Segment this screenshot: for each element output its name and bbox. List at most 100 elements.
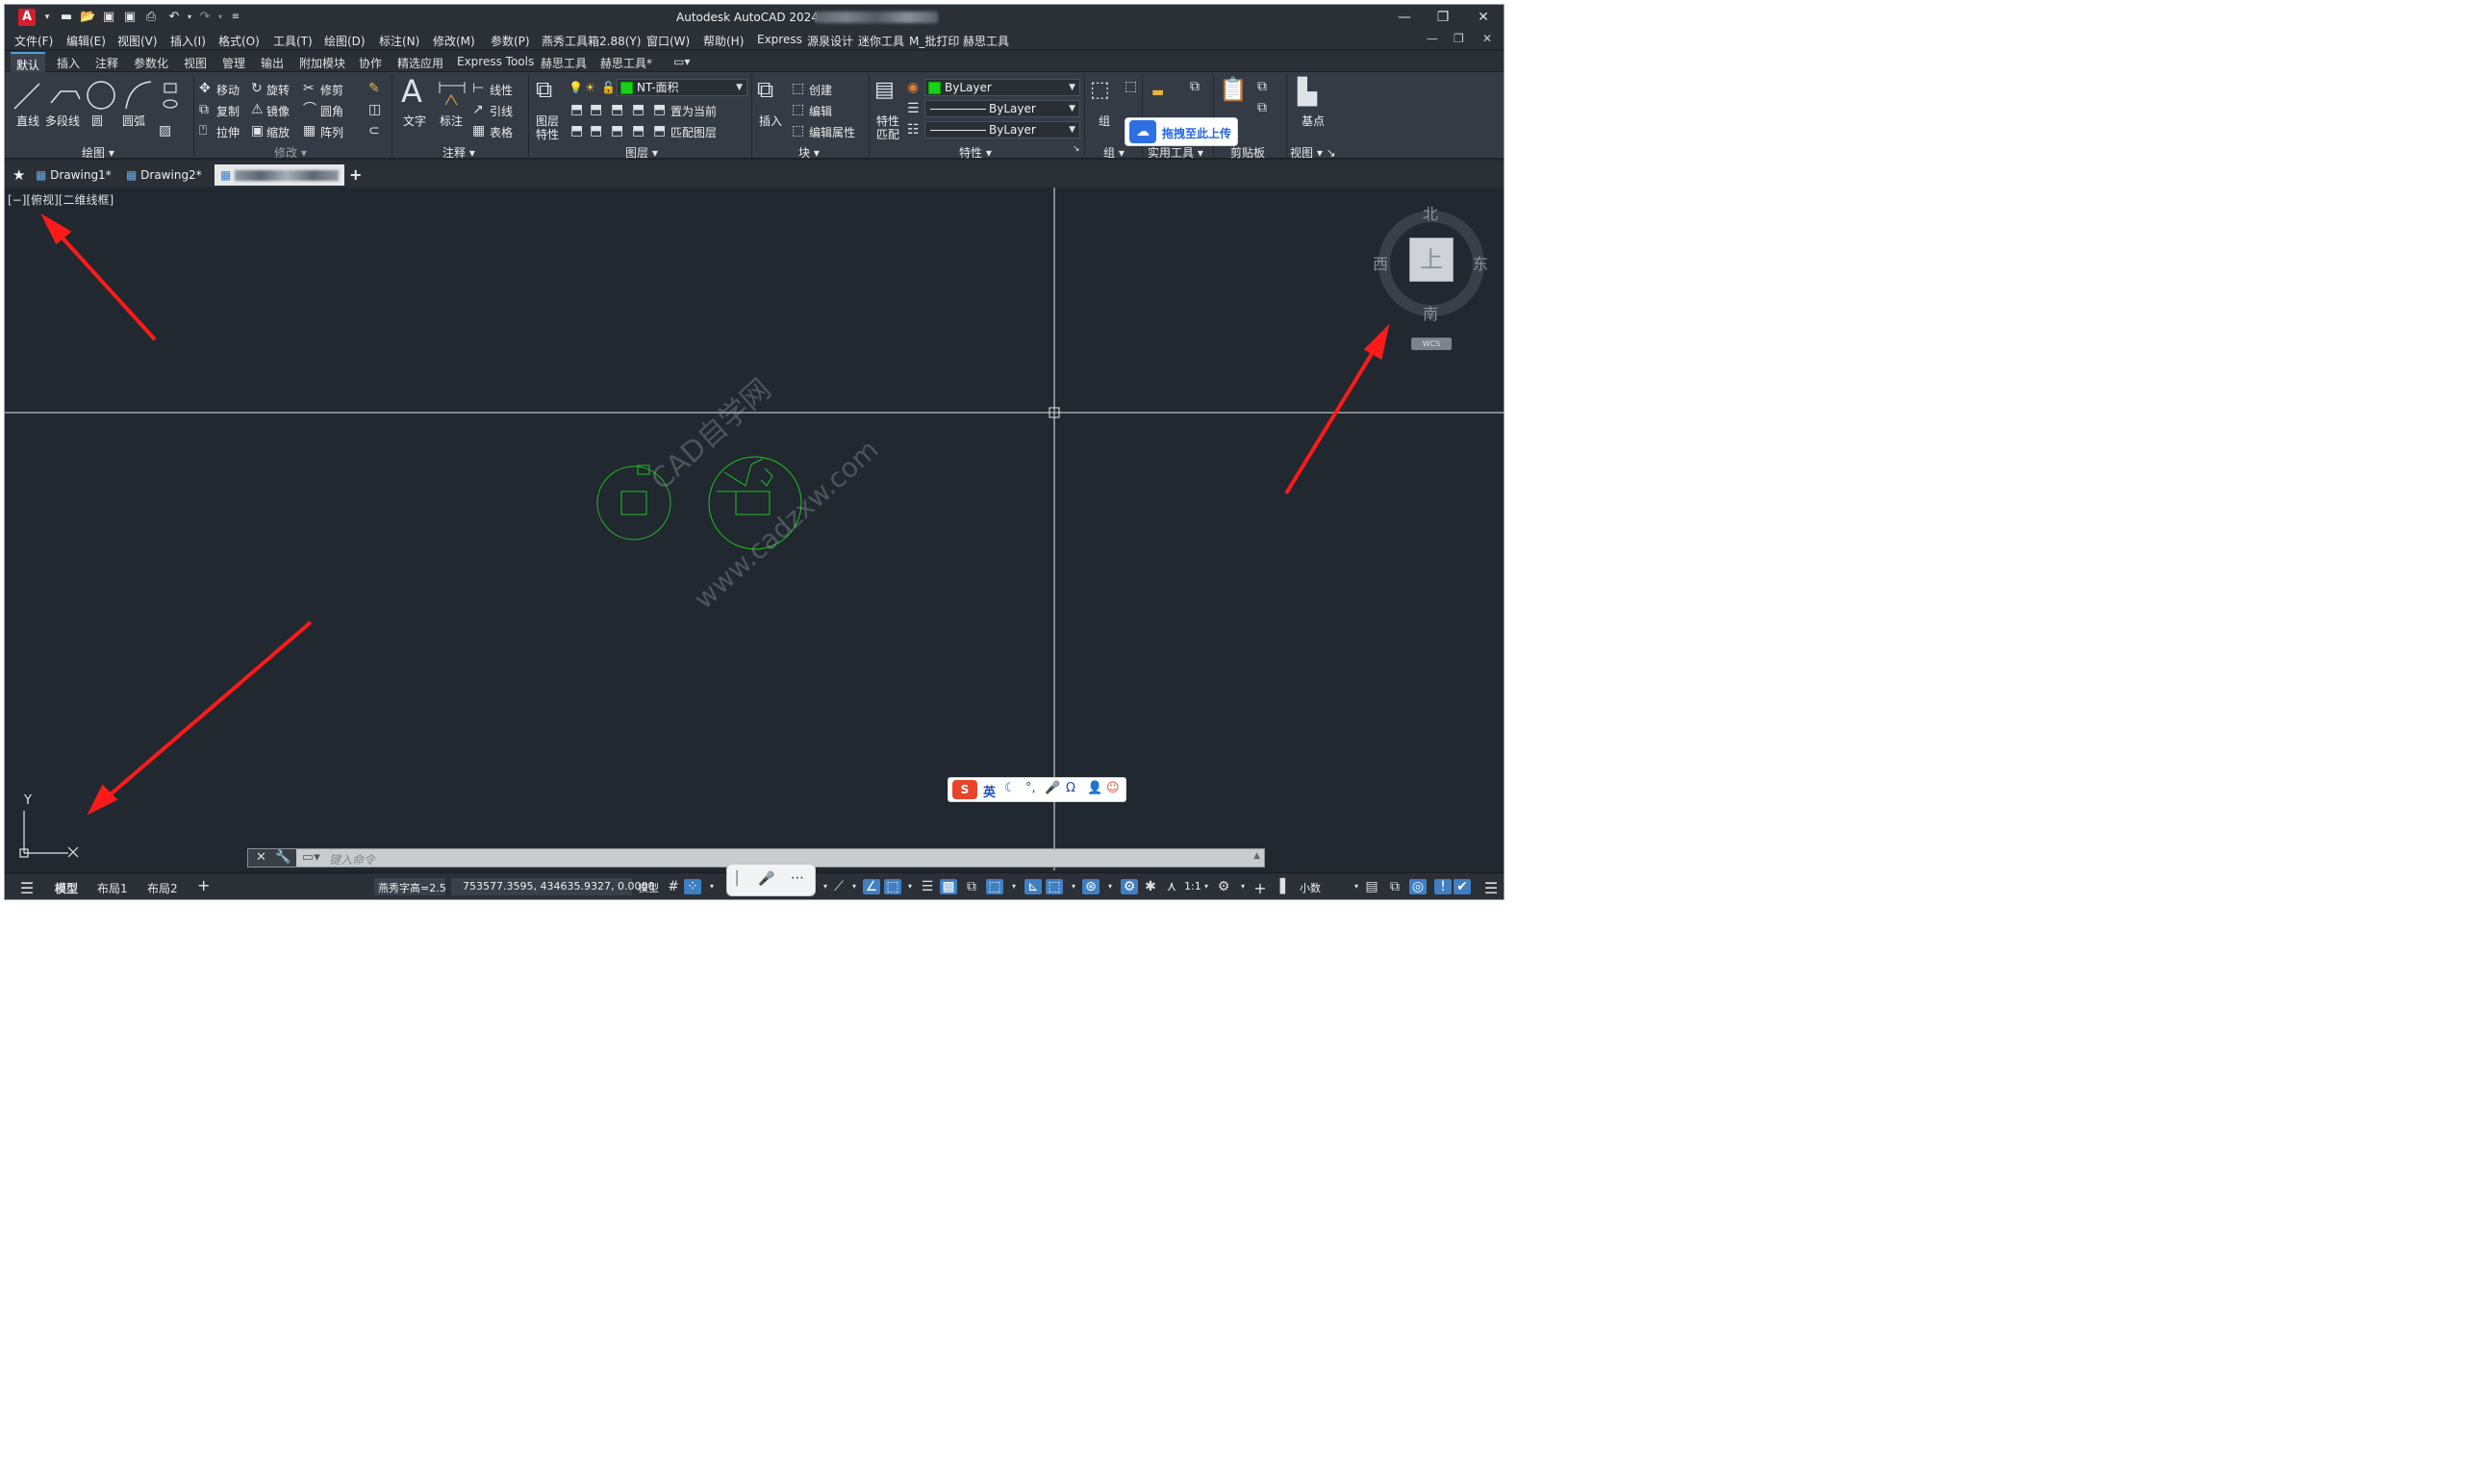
doc-close-icon[interactable]: ✕ bbox=[1482, 32, 1492, 45]
lineweight-icon[interactable]: ☷ bbox=[907, 123, 920, 137]
group-label[interactable]: 组 bbox=[1099, 113, 1110, 129]
filter-icon[interactable]: ⬚ bbox=[1046, 879, 1063, 894]
polar-icon[interactable]: ∠ bbox=[863, 879, 880, 894]
gizmo-chevron-icon[interactable]: ▾ bbox=[1101, 882, 1119, 891]
command-history-icon[interactable]: ▭▾ bbox=[302, 850, 320, 865]
color-dropdown[interactable]: ByLayer ▼ bbox=[924, 79, 1080, 96]
tab-view[interactable]: 视图 bbox=[184, 55, 207, 71]
modify-scale[interactable]: 缩放 bbox=[266, 124, 290, 140]
drawing-canvas[interactable]: [−][俯视][二维线框] Y CAD自学网 www.cadzxw.com 上 … bbox=[5, 188, 1504, 870]
layer-tool-icon[interactable]: ⬒ bbox=[590, 103, 602, 116]
file-tab-drawing1[interactable]: ▦ Drawing1* bbox=[36, 164, 112, 186]
layer-tool-icon[interactable]: ⬒ bbox=[632, 124, 645, 138]
coordinates-readout[interactable]: 753577.3595, 434635.9327, 0.0000 bbox=[451, 878, 654, 895]
paste-icon[interactable]: 📋 bbox=[1219, 78, 1248, 101]
annotation-leader[interactable]: 引线 bbox=[490, 103, 513, 119]
modify-rotate[interactable]: 旋转 bbox=[266, 82, 290, 98]
menu-dimension[interactable]: 标注(N) bbox=[379, 33, 419, 49]
viewcube-north[interactable]: 北 bbox=[1423, 201, 1438, 224]
draw-panel-title[interactable]: 绘图 ▾ bbox=[82, 144, 114, 161]
symbol-omega-icon[interactable]: Ω bbox=[1066, 781, 1075, 795]
edit-attributes-icon[interactable]: ⬚ bbox=[792, 124, 804, 138]
block-insert[interactable]: 插入 bbox=[759, 113, 782, 129]
mirror-icon[interactable]: ⚠ bbox=[251, 103, 264, 116]
command-input[interactable]: 键入命令 bbox=[329, 851, 375, 868]
quick-properties-icon[interactable]: ▤ bbox=[1363, 879, 1380, 894]
properties-match-label-2[interactable]: 匹配 bbox=[876, 126, 899, 142]
isolate-objects-icon[interactable]: ◎ bbox=[1409, 879, 1427, 894]
layer-on-icon[interactable]: 💡 bbox=[569, 81, 583, 94]
leader-icon[interactable]: ↗ bbox=[472, 103, 484, 116]
new-tab-button[interactable]: + bbox=[349, 164, 362, 186]
utilities-panel-title[interactable]: 实用工具 ▾ bbox=[1148, 144, 1203, 161]
osnap-chevron-icon[interactable]: ▾ bbox=[1005, 882, 1023, 891]
viewcube-south[interactable]: 南 bbox=[1423, 301, 1438, 324]
annotation-scale-icon[interactable]: ⋏ bbox=[1163, 879, 1180, 894]
insert-block-icon[interactable]: ⧉ bbox=[757, 78, 773, 101]
doc-minimize-icon[interactable]: — bbox=[1427, 32, 1438, 45]
lineweight-dropdown[interactable]: ByLayer ▼ bbox=[924, 121, 1080, 138]
punctuation-icon[interactable]: °, bbox=[1025, 781, 1036, 795]
viewcube-east[interactable]: 东 bbox=[1473, 251, 1488, 274]
layers-match-layer[interactable]: 匹配图层 bbox=[670, 124, 717, 140]
tab-collaborate[interactable]: 协作 bbox=[359, 55, 382, 71]
modify-stretch[interactable]: 拉伸 bbox=[216, 124, 240, 140]
customization-menu-icon[interactable]: ☰ bbox=[1482, 879, 1500, 897]
viewcube-west[interactable]: 西 bbox=[1373, 251, 1388, 274]
copy-clip-icon[interactable]: ⧉ bbox=[1257, 80, 1267, 93]
restore-icon[interactable]: ❐ bbox=[1429, 9, 1457, 26]
layer-properties-label-2[interactable]: 特性 bbox=[536, 126, 559, 142]
draw-line-label[interactable]: 直线 bbox=[16, 113, 39, 129]
menu-yuanquan[interactable]: 源泉设计 bbox=[807, 33, 853, 49]
close-icon[interactable]: ✕ bbox=[1469, 9, 1498, 26]
minimize-icon[interactable]: — bbox=[1390, 9, 1419, 26]
linear-dim-icon[interactable]: ⊢ bbox=[472, 82, 484, 95]
snap-icon[interactable]: ⁘ bbox=[684, 879, 701, 894]
menu-view[interactable]: 视图(V) bbox=[117, 33, 158, 49]
layer-tool-icon[interactable]: ⬒ bbox=[632, 103, 645, 116]
menu-format[interactable]: 格式(O) bbox=[218, 33, 260, 49]
menu-mini-tools[interactable]: 迷你工具 bbox=[858, 33, 904, 49]
layer-dropdown[interactable]: NT-面积 ▼ bbox=[617, 79, 747, 96]
hardware-acceleration-icon[interactable]: ! bbox=[1434, 879, 1452, 894]
halfwidth-moon-icon[interactable]: ☾ bbox=[1004, 781, 1016, 795]
ribbon-toggle-icon[interactable]: ▭▾ bbox=[673, 55, 690, 68]
view-base[interactable]: 基点 bbox=[1302, 113, 1325, 129]
layer-tool-icon[interactable]: ⬒ bbox=[570, 124, 583, 138]
viewcube-top-face[interactable]: 上 bbox=[1409, 238, 1454, 282]
ungroup-icon[interactable]: ⬚ bbox=[1125, 80, 1137, 93]
tab-output[interactable]: 输出 bbox=[261, 55, 284, 71]
save-icon[interactable]: ▣ bbox=[101, 10, 116, 25]
menu-edit[interactable]: 编辑(E) bbox=[66, 33, 106, 49]
units-value[interactable]: 小数 bbox=[1300, 880, 1321, 895]
draw-arc-label[interactable]: 圆弧 bbox=[122, 113, 145, 129]
start-tab-star-icon[interactable]: ★ bbox=[13, 164, 25, 186]
draw-circle-label[interactable]: 圆 bbox=[91, 113, 103, 129]
layer-freeze-icon[interactable]: ☀ bbox=[585, 81, 595, 94]
command-expand-icon[interactable]: ▲ bbox=[1253, 851, 1260, 861]
layer-tool-icon[interactable]: ⬒ bbox=[611, 124, 623, 138]
file-tab-drawing2[interactable]: ▦ Drawing2* bbox=[126, 164, 202, 186]
tab-featured-apps[interactable]: 精选应用 bbox=[397, 55, 443, 71]
text-height-field[interactable]: 燕秀字高=2.5 bbox=[374, 878, 446, 895]
modify-copy[interactable]: 复制 bbox=[216, 103, 240, 119]
drag-handle-icon[interactable]: │ bbox=[733, 871, 741, 887]
customize-icon[interactable]: ≡ bbox=[228, 10, 243, 25]
match-properties-icon[interactable]: ▤ bbox=[874, 80, 895, 101]
filter-chevron-icon[interactable]: ▾ bbox=[1065, 882, 1082, 891]
layers-panel-title[interactable]: 图层 ▾ bbox=[625, 144, 658, 161]
dynamic-ucs-icon[interactable]: ⊾ bbox=[1024, 879, 1042, 894]
voice-mic-icon[interactable]: 🎤 bbox=[1045, 781, 1060, 795]
annotation-dimension[interactable]: 标注 bbox=[440, 113, 463, 129]
undo-icon[interactable]: ↶ bbox=[166, 10, 182, 25]
layer-properties-icon[interactable]: ⧉ bbox=[536, 78, 552, 101]
modify-trim[interactable]: 修剪 bbox=[320, 82, 343, 98]
gizmo-icon[interactable]: ⊛ bbox=[1082, 879, 1100, 894]
tab-default[interactable]: 默认 bbox=[11, 52, 46, 72]
layer-tool-icon[interactable]: ⬒ bbox=[570, 103, 583, 116]
voice-input-toolbar[interactable]: │ 🎤 ⋯ bbox=[726, 864, 816, 896]
explode-icon[interactable]: ◫ bbox=[368, 103, 381, 116]
app-menu-chevron-icon[interactable]: ▾ bbox=[39, 10, 55, 25]
menu-tools[interactable]: 工具(T) bbox=[273, 33, 313, 49]
plot-icon[interactable]: ⎙ bbox=[143, 10, 159, 25]
